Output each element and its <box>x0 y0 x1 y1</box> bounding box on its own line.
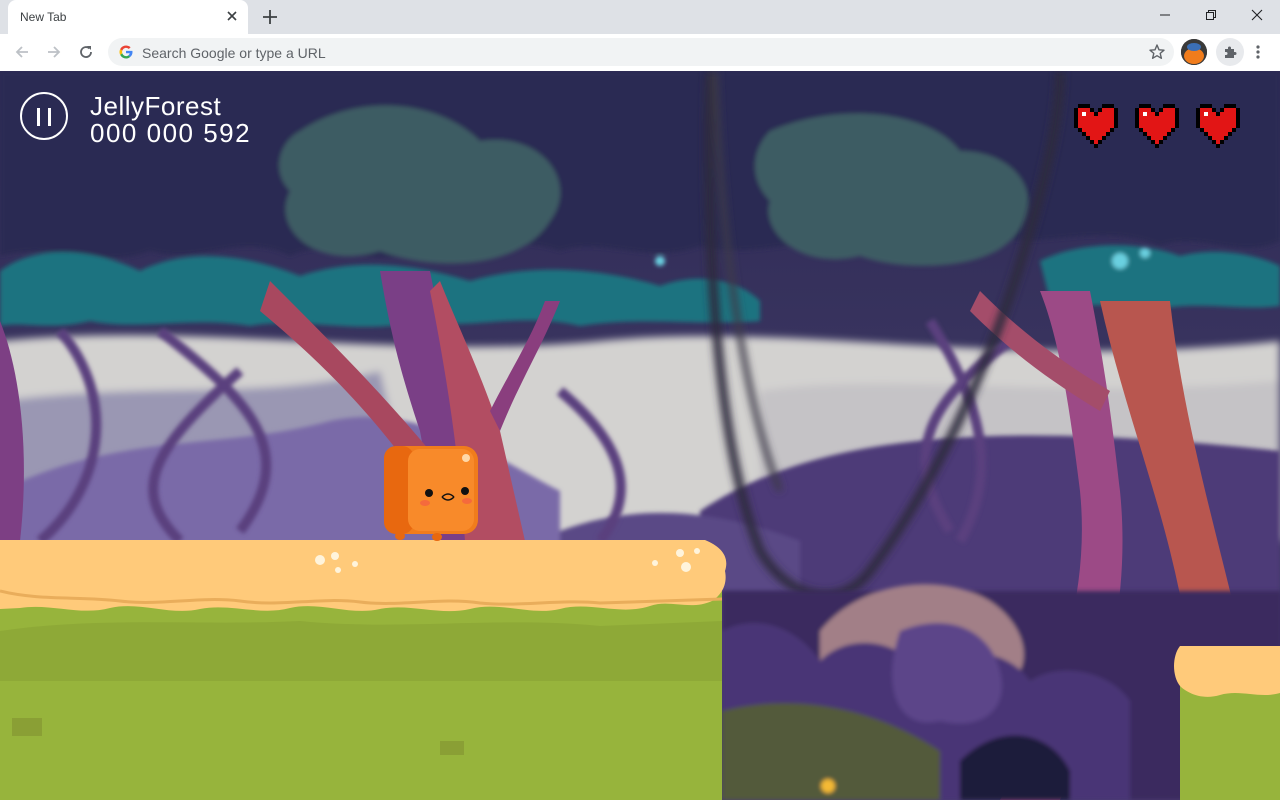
tab-close-icon[interactable] <box>224 8 240 24</box>
back-button[interactable] <box>10 40 34 64</box>
heart-icon <box>1196 104 1240 148</box>
back-arrow-icon <box>15 46 28 58</box>
minimize-icon <box>1160 14 1170 16</box>
pause-icon-bar-left <box>37 108 40 126</box>
browser-tab[interactable]: New Tab <box>8 0 248 34</box>
address-bar[interactable]: Search Google or type a URL <box>108 38 1174 66</box>
minimize-button[interactable] <box>1142 0 1188 30</box>
browser-toolbar: Search Google or type a URL <box>0 34 1280 72</box>
lives-hearts <box>1074 104 1244 148</box>
browser-menu-button[interactable] <box>1248 40 1268 64</box>
heart-icon <box>1074 104 1118 148</box>
browser-titlebar: New Tab <box>0 0 1280 34</box>
forward-button[interactable] <box>42 40 66 64</box>
pause-button[interactable] <box>20 92 68 140</box>
heart-icon <box>1135 104 1179 148</box>
close-window-button[interactable] <box>1234 0 1280 30</box>
forward-arrow-icon <box>48 46 61 58</box>
pause-icon-bar-right <box>48 108 51 126</box>
score-counter: 000 000 592 <box>90 118 252 148</box>
bookmark-star-icon[interactable] <box>1148 43 1166 61</box>
kebab-menu-icon <box>1256 45 1260 59</box>
address-bar-placeholder: Search Google or type a URL <box>142 45 326 61</box>
new-tab-icon[interactable] <box>259 6 281 28</box>
forest-scene <box>0 71 1280 800</box>
game-canvas[interactable]: JellyForest 000 000 592 <box>0 71 1280 800</box>
restore-button[interactable] <box>1188 0 1234 30</box>
profile-avatar[interactable] <box>1181 39 1207 65</box>
close-icon <box>1251 9 1263 21</box>
reload-button[interactable] <box>74 40 98 64</box>
google-icon <box>119 45 133 59</box>
tab-title: New Tab <box>20 10 67 24</box>
jelly-character <box>384 446 478 541</box>
restore-icon <box>1206 10 1216 20</box>
left-ground-platform <box>0 540 727 800</box>
extensions-button[interactable] <box>1216 38 1244 66</box>
puzzle-piece-icon <box>1225 46 1237 58</box>
profile-picture-icon <box>1181 39 1207 65</box>
right-ground-platform <box>1174 646 1280 800</box>
reload-icon <box>80 46 92 58</box>
